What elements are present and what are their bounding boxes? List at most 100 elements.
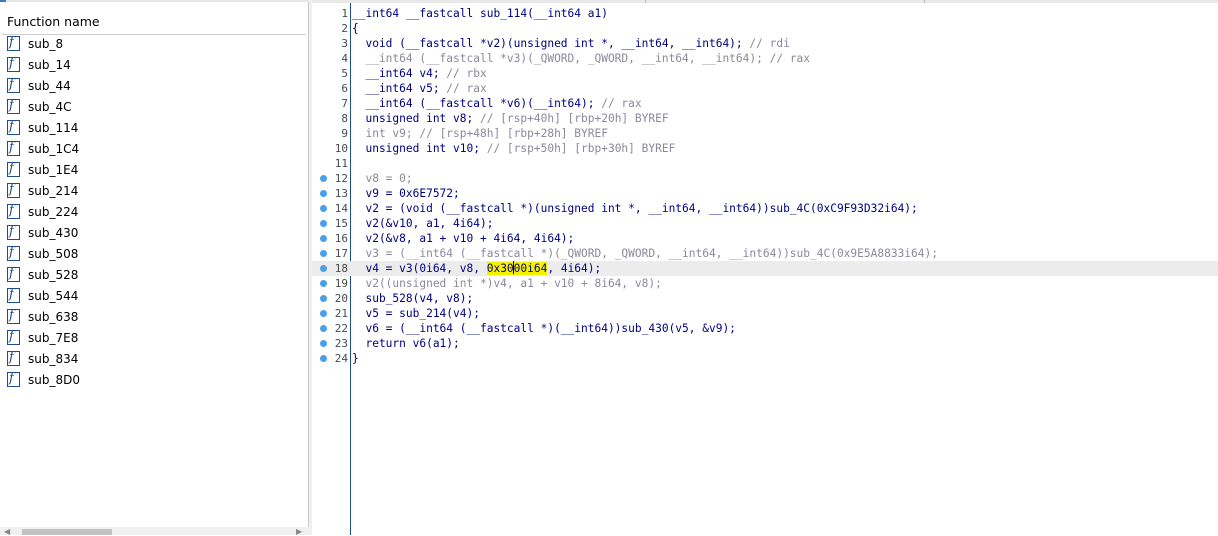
code-token: v6 = (__int64 (__fastcall *)(__int64))su…	[352, 322, 736, 335]
code-line[interactable]: 17 v3 = (__int64 (__fastcall *)(_QWORD, …	[312, 246, 1218, 261]
line-number: 16	[334, 232, 348, 245]
code-token: }	[352, 352, 359, 365]
code-text[interactable]: __int64 (__fastcall *v6)(__int64); // ra…	[352, 96, 641, 111]
code-text[interactable]: }	[352, 351, 359, 366]
code-text[interactable]: v2((unsigned int *)v4, a1 + v10 + 8i64, …	[352, 276, 661, 291]
code-token: __int64 __fastcall sub_114(__int64 a1)	[352, 7, 608, 20]
function-list-item[interactable]: f sub_544	[2, 286, 306, 307]
code-token: __int64 (__fastcall *v6)(__int64);	[352, 97, 602, 110]
function-icon: f	[7, 287, 20, 303]
function-name-label: sub_44	[28, 79, 71, 93]
code-text[interactable]: return v6(a1);	[352, 336, 459, 351]
function-name-label: sub_528	[28, 268, 79, 282]
line-number: 15	[334, 217, 348, 230]
code-line[interactable]: 6 __int64 v5; // rax	[312, 81, 1218, 96]
code-token: v8 = 0;	[352, 172, 413, 185]
function-list-item[interactable]: f sub_528	[2, 265, 306, 286]
code-line[interactable]: 8 unsigned int v8; // [rsp+40h] [rbp+20h…	[312, 111, 1218, 126]
code-text[interactable]: sub_528(v4, v8);	[352, 291, 473, 306]
code-text[interactable]: unsigned int v8; // [rsp+40h] [rbp+20h] …	[352, 111, 668, 126]
function-list: f sub_8 f sub_14 f sub_44 f sub_4C f sub_114 f sub_…	[2, 34, 306, 391]
code-line[interactable]: 20 sub_528(v4, v8);	[312, 291, 1218, 306]
code-line[interactable]: 1 __int64 __fastcall sub_114(__int64 a1)	[312, 6, 1218, 21]
code-text[interactable]: __int64 (__fastcall *v3)(_QWORD, _QWORD,…	[352, 51, 810, 66]
code-line[interactable]: 11	[312, 156, 1218, 171]
code-line[interactable]: 18 v4 = v3(0i64, v8, 0x3000i64, 4i64);	[312, 261, 1218, 276]
code-line[interactable]: 16 v2(&v8, a1 + v10 + 4i64, 4i64);	[312, 231, 1218, 246]
code-line[interactable]: 21 v5 = sub_214(v4);	[312, 306, 1218, 321]
code-line[interactable]: 23 return v6(a1);	[312, 336, 1218, 351]
line-number: 1	[341, 7, 348, 20]
code-line[interactable]: 12 v8 = 0;	[312, 171, 1218, 186]
function-icon: f	[7, 35, 20, 51]
scrollbar-thumb[interactable]	[22, 529, 112, 535]
pseudocode-view[interactable]: 1 __int64 __fastcall sub_114(__int64 a1) 2…	[312, 0, 1218, 535]
code-text[interactable]: v2 = (void (__fastcall *)(unsigned int *…	[352, 201, 917, 216]
function-list-item[interactable]: f sub_1E4	[2, 160, 306, 181]
function-list-item[interactable]: f sub_7E8	[2, 328, 306, 349]
code-line[interactable]: 4 __int64 (__fastcall *v3)(_QWORD, _QWOR…	[312, 51, 1218, 66]
code-line[interactable]: 2{	[312, 21, 1218, 36]
code-text[interactable]: v6 = (__int64 (__fastcall *)(__int64))su…	[352, 321, 736, 336]
function-list-item[interactable]: f sub_8	[2, 34, 306, 55]
line-number: 10	[334, 142, 348, 155]
function-list-item[interactable]: f sub_4C	[2, 97, 306, 118]
code-line[interactable]: 14 v2 = (void (__fastcall *)(unsigned in…	[312, 201, 1218, 216]
function-list-item[interactable]: f sub_430	[2, 223, 306, 244]
code-line[interactable]: 19 v2((unsigned int *)v4, a1 + v10 + 8i6…	[312, 276, 1218, 291]
code-text[interactable]: __int64 __fastcall sub_114(__int64 a1)	[352, 6, 608, 21]
code-line[interactable]: 22 v6 = (__int64 (__fastcall *)(__int64)…	[312, 321, 1218, 336]
function-icon: f	[7, 224, 20, 240]
code-text[interactable]: void (__fastcall *v2)(unsigned int *, __…	[352, 36, 790, 51]
code-text[interactable]: __int64 v4; // rbx	[352, 66, 486, 81]
function-icon-glyph: f	[9, 371, 14, 386]
line-number: 22	[334, 322, 348, 335]
function-list-item[interactable]: f sub_14	[2, 55, 306, 76]
function-icon: f	[7, 182, 20, 198]
function-list-item[interactable]: f sub_1C4	[2, 139, 306, 160]
code-text[interactable]: unsigned int v10; // [rsp+50h] [rbp+30h]…	[352, 141, 675, 156]
function-icon-glyph: f	[9, 329, 14, 344]
line-number: 21	[334, 307, 348, 320]
function-list-item[interactable]: f sub_224	[2, 202, 306, 223]
horizontal-scrollbar[interactable]: ◀ ▶	[0, 527, 309, 536]
code-text[interactable]: __int64 v5; // rax	[352, 81, 486, 96]
code-token: // [rsp+50h] [rbp+30h] BYREF	[486, 142, 676, 155]
code-line[interactable]: 9 int v9; // [rsp+48h] [rbp+28h] BYREF	[312, 126, 1218, 141]
code-line[interactable]: 24}	[312, 351, 1218, 366]
function-list-item[interactable]: f sub_8D0	[2, 370, 306, 391]
code-line[interactable]: 7 __int64 (__fastcall *v6)(__int64); // …	[312, 96, 1218, 111]
function-name-column-header[interactable]: Function name	[2, 8, 306, 35]
code-text[interactable]: v8 = 0;	[352, 171, 413, 186]
function-list-item[interactable]: f sub_638	[2, 307, 306, 328]
function-name-header-label: Function name	[7, 14, 100, 29]
code-line[interactable]: 13 v9 = 0x6E7572;	[312, 186, 1218, 201]
code-text[interactable]: int v9; // [rsp+48h] [rbp+28h] BYREF	[352, 126, 607, 141]
code-text[interactable]: v5 = sub_214(v4);	[352, 306, 480, 321]
highlighted-token: 00i64	[513, 262, 548, 275]
function-list-item[interactable]: f sub_44	[2, 76, 306, 97]
code-text[interactable]: v2(&v8, a1 + v10 + 4i64, 4i64);	[352, 231, 574, 246]
function-list-item[interactable]: f sub_114	[2, 118, 306, 139]
function-name-label: sub_430	[28, 226, 79, 240]
line-number: 24	[334, 352, 348, 365]
code-text[interactable]: v3 = (__int64 (__fastcall *)(_QWORD, _QW…	[352, 246, 938, 261]
function-icon: f	[7, 308, 20, 324]
code-line[interactable]: 10 unsigned int v10; // [rsp+50h] [rbp+3…	[312, 141, 1218, 156]
function-list-item[interactable]: f sub_834	[2, 349, 306, 370]
code-line[interactable]: 15 v2(&v10, a1, 4i64);	[312, 216, 1218, 231]
code-line[interactable]: 5 __int64 v4; // rbx	[312, 66, 1218, 81]
function-name-label: sub_14	[28, 58, 71, 72]
function-name-label: sub_8	[28, 37, 64, 51]
function-icon: f	[7, 161, 20, 177]
code-token: // rdi	[749, 37, 790, 50]
function-list-item[interactable]: f sub_508	[2, 244, 306, 265]
line-number: 12	[334, 172, 348, 185]
code-text[interactable]: v2(&v10, a1, 4i64);	[352, 216, 493, 231]
code-line[interactable]: 3 void (__fastcall *v2)(unsigned int *, …	[312, 36, 1218, 51]
code-text[interactable]: {	[352, 21, 359, 36]
column-tick	[645, 0, 646, 3]
code-text[interactable]: v4 = v3(0i64, v8, 0x3000i64, 4i64);	[352, 261, 601, 276]
function-list-item[interactable]: f sub_214	[2, 181, 306, 202]
code-text[interactable]: v9 = 0x6E7572;	[352, 186, 459, 201]
